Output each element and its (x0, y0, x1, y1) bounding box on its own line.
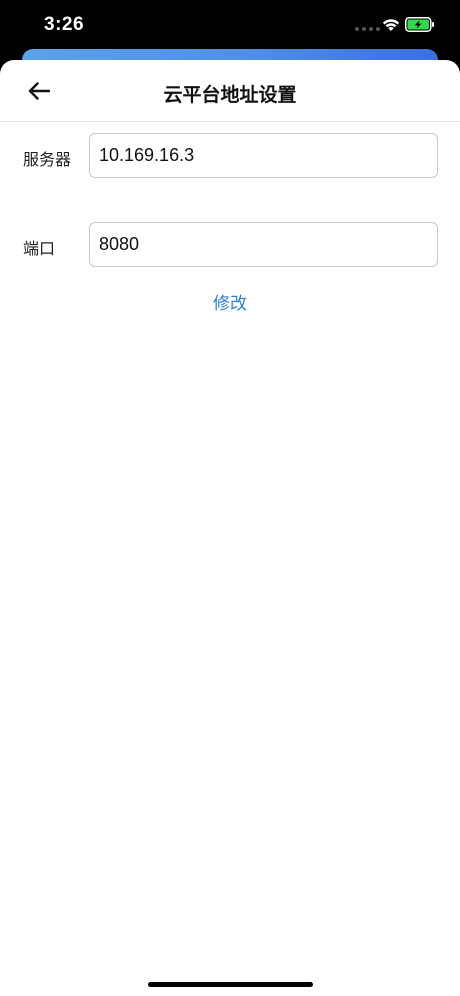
wifi-icon (382, 19, 400, 31)
settings-sheet: 云平台地址设置 服务器 端口 修改 (0, 60, 460, 996)
phone-screen: 3:26 云平台地址设置 服务器 10.169.16.3 端口 8080 修改 (0, 0, 460, 996)
port-label: 端口 (23, 241, 56, 258)
home-indicator (148, 982, 313, 987)
port-row: 端口 (0, 222, 460, 267)
server-label: 服务器 (23, 152, 72, 169)
nav-bar: 云平台地址设置 (0, 60, 460, 122)
port-input[interactable] (89, 222, 438, 267)
modify-button[interactable]: 修改 (0, 289, 460, 314)
status-time: 3:26 (44, 14, 85, 35)
server-input[interactable] (89, 133, 438, 178)
battery-charging-icon (405, 17, 434, 32)
server-row: 服务器 (0, 133, 460, 178)
page-title: 云平台地址设置 (163, 85, 297, 106)
status-bar: 3:26 (0, 0, 460, 50)
cellular-signal-icon (355, 27, 380, 31)
